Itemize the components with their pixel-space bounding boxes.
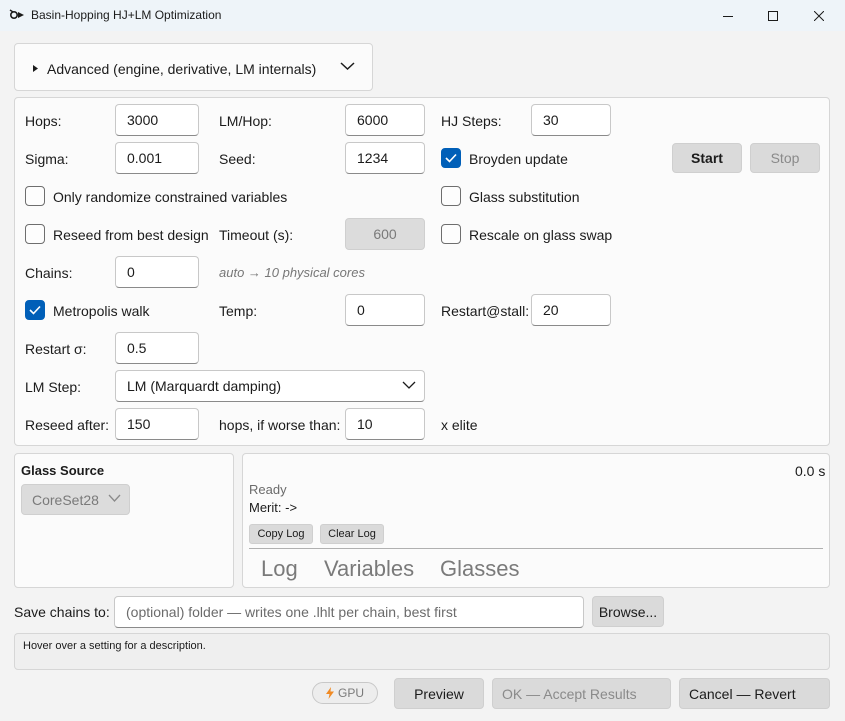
maximize-button[interactable] xyxy=(750,0,796,31)
minimize-icon xyxy=(723,15,733,17)
checkmark-icon xyxy=(29,305,41,315)
minimize-button[interactable] xyxy=(705,0,751,31)
clear-log-button[interactable]: Clear Log xyxy=(320,524,384,544)
elapsed-time: 0.0 s xyxy=(795,463,826,479)
chevron-down-icon[interactable] xyxy=(340,61,355,71)
tab-variables[interactable]: Variables xyxy=(324,556,414,582)
advanced-expander-label: Advanced (engine, derivative, LM interna… xyxy=(47,61,317,77)
glass-substitution-label: Glass substitution xyxy=(469,189,580,205)
chains-label: Chains: xyxy=(25,265,73,281)
chains-hint: auto → 10 physical cores xyxy=(219,265,365,280)
reseed-best-label: Reseed from best design xyxy=(53,227,209,243)
glass-source-value: CoreSet28 xyxy=(32,491,99,508)
only-randomize-label: Only randomize constrained variables xyxy=(53,189,288,205)
merit-text: Merit: -> xyxy=(249,500,298,515)
gpu-toggle[interactable]: GPU xyxy=(312,682,378,704)
bullet-icon xyxy=(33,65,38,72)
save-chains-input[interactable]: (optional) folder — writes one .lhlt per… xyxy=(114,596,584,628)
chevron-down-icon xyxy=(108,494,121,502)
cancel-revert-button[interactable]: Cancel — Revert xyxy=(679,678,830,709)
broyden-checkbox[interactable] xyxy=(441,148,461,168)
close-icon xyxy=(814,10,824,21)
sigma-input[interactable]: 0.001 xyxy=(115,142,199,174)
restart-stall-input[interactable]: 20 xyxy=(531,294,611,326)
tab-log[interactable]: Log xyxy=(261,556,298,582)
broyden-label: Broyden update xyxy=(469,151,568,167)
tab-divider xyxy=(249,548,823,549)
lightning-icon xyxy=(325,687,334,699)
hj-steps-input[interactable]: 30 xyxy=(531,104,611,136)
preview-button[interactable]: Preview xyxy=(394,678,484,709)
rescale-checkbox[interactable] xyxy=(441,224,461,244)
status-text: Ready xyxy=(249,482,287,497)
worse-than-label: hops, if worse than: xyxy=(219,417,341,433)
reseed-best-checkbox[interactable] xyxy=(25,224,45,244)
seed-label: Seed: xyxy=(219,151,256,167)
reseed-after-input[interactable]: 150 xyxy=(115,408,199,440)
stop-button[interactable]: Stop xyxy=(750,143,820,173)
ok-accept-button[interactable]: OK — Accept Results xyxy=(492,678,671,709)
worse-than-input[interactable]: 10 xyxy=(345,408,425,440)
chains-input[interactable]: 0 xyxy=(115,256,199,288)
elite-label: x elite xyxy=(441,417,478,433)
save-chains-label: Save chains to: xyxy=(14,604,110,620)
lm-hop-input[interactable]: 6000 xyxy=(345,104,425,136)
hops-label: Hops: xyxy=(25,113,62,129)
lm-hop-label: LM/Hop: xyxy=(219,113,272,129)
chevron-down-icon xyxy=(402,381,416,389)
browse-button[interactable]: Browse... xyxy=(592,596,664,627)
tab-glasses[interactable]: Glasses xyxy=(440,556,519,582)
temp-input[interactable]: 0 xyxy=(345,294,425,326)
restart-stall-label: Restart@stall: xyxy=(441,303,530,319)
temp-label: Temp: xyxy=(219,303,258,319)
only-randomize-checkbox[interactable] xyxy=(25,186,45,206)
window-title: Basin-Hopping HJ+LM Optimization xyxy=(31,8,222,22)
start-button[interactable]: Start xyxy=(672,143,742,173)
reseed-after-label: Reseed after: xyxy=(25,417,110,433)
metropolis-label: Metropolis walk xyxy=(53,303,150,319)
hops-input[interactable]: 3000 xyxy=(115,104,199,136)
app-icon xyxy=(9,9,24,20)
sigma-label: Sigma: xyxy=(25,151,69,167)
lm-step-value: LM (Marquardt damping) xyxy=(127,378,282,394)
metropolis-checkbox[interactable] xyxy=(25,300,45,320)
timeout-input[interactable]: 600 xyxy=(345,218,425,250)
glass-substitution-checkbox[interactable] xyxy=(441,186,461,206)
maximize-icon xyxy=(768,10,778,21)
timeout-label: Timeout (s): xyxy=(219,227,294,243)
hj-steps-label: HJ Steps: xyxy=(441,113,502,129)
glass-source-title: Glass Source xyxy=(21,463,105,478)
seed-input[interactable]: 1234 xyxy=(345,142,425,174)
restart-sigma-input[interactable]: 0.5 xyxy=(115,332,199,364)
close-button[interactable] xyxy=(796,0,842,31)
rescale-label: Rescale on glass swap xyxy=(469,227,613,243)
lm-step-label: LM Step: xyxy=(25,379,82,395)
description-text: Hover over a setting for a description. xyxy=(23,640,206,652)
copy-log-button[interactable]: Copy Log xyxy=(249,524,313,544)
lm-step-select[interactable]: LM (Marquardt damping) xyxy=(115,370,425,402)
gpu-label: GPU xyxy=(337,686,364,700)
checkmark-icon xyxy=(445,153,457,163)
restart-sigma-label: Restart σ: xyxy=(25,341,87,357)
